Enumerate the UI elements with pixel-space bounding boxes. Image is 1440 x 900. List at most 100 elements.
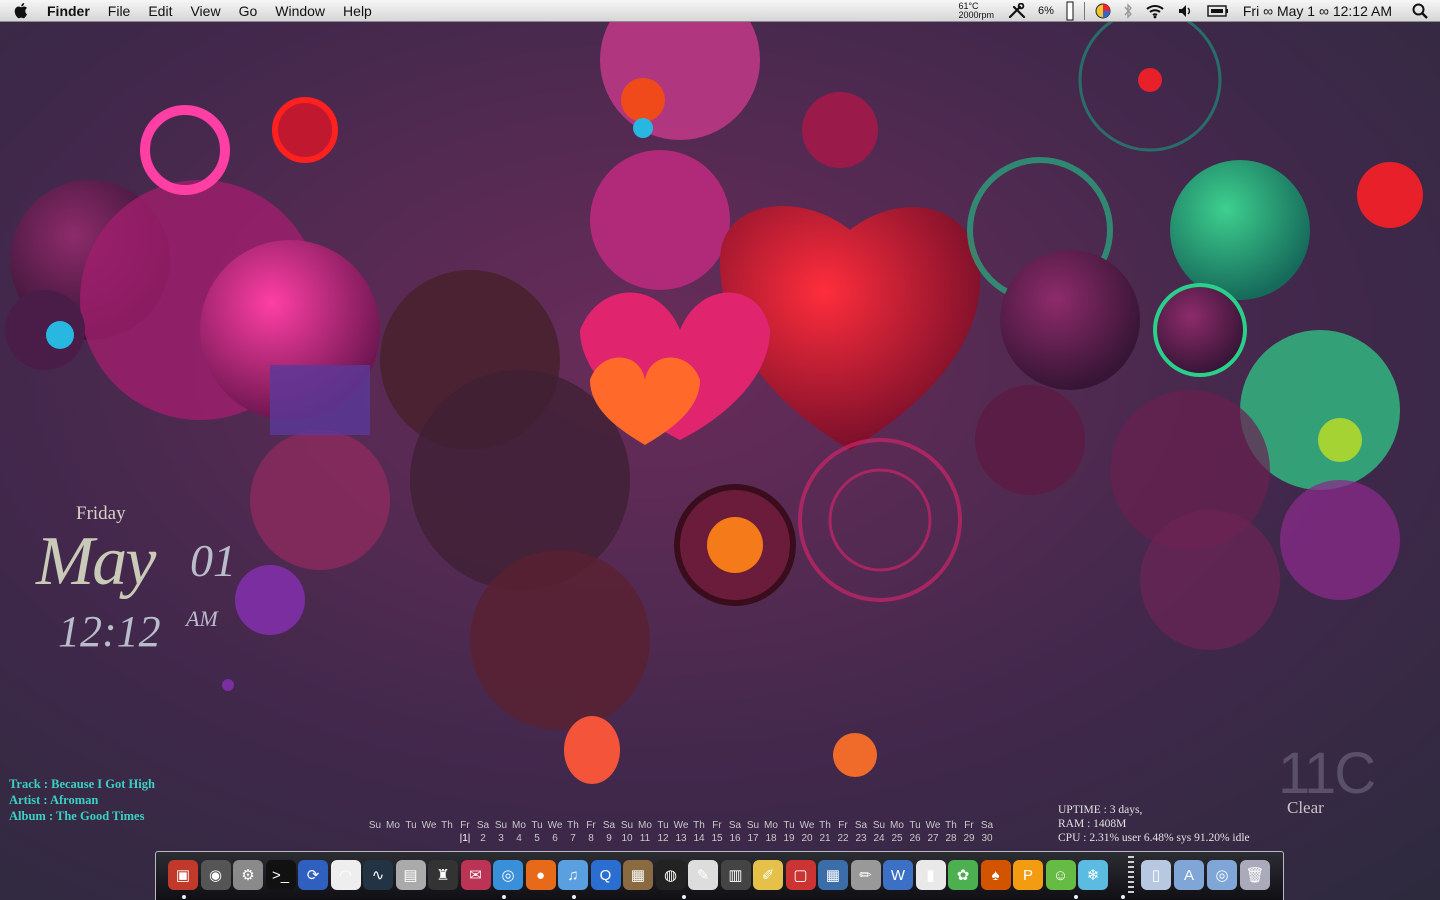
running-indicator	[182, 895, 186, 899]
film-icon[interactable]: ▥	[720, 860, 751, 890]
tools-icon	[1008, 3, 1026, 19]
remote-desktop-icon[interactable]: ▢	[785, 860, 816, 890]
calendar-day: 22	[837, 833, 849, 844]
battery-gauge[interactable]	[1060, 0, 1080, 22]
trash-icon[interactable]: 🗑	[1240, 860, 1270, 890]
itunes-icon[interactable]: ♫	[558, 860, 588, 890]
calendar-day: 28	[945, 833, 957, 844]
tools-menu-extra[interactable]	[1002, 0, 1032, 22]
volume-icon	[1178, 5, 1191, 17]
day-number: 01	[190, 535, 236, 586]
menu-go[interactable]: Go	[230, 0, 267, 22]
snowflake-icon[interactable]: ❄	[1078, 860, 1108, 890]
pages-icon[interactable]: P	[1013, 860, 1043, 890]
calendar-weekday: Su	[872, 820, 886, 831]
wifi-menu-extra[interactable]	[1139, 0, 1171, 22]
track-line: Track : Because I Got High	[9, 777, 155, 791]
color-picker-icon	[1095, 3, 1111, 19]
activity-monitor-icon[interactable]: ∿	[363, 860, 393, 890]
photo-booth-icon[interactable]: ▣	[168, 860, 198, 890]
calendar-weekday: Mo	[512, 820, 526, 831]
word-icon[interactable]: W	[883, 860, 913, 890]
menu-edit[interactable]: Edit	[139, 0, 181, 22]
preview-icon-glyph: ✎	[696, 867, 710, 884]
calendar-weekday: We	[547, 820, 563, 831]
pencil-app-icon-glyph: ✏	[859, 867, 872, 884]
textedit-icon[interactable]: ✐	[753, 860, 783, 890]
calendar-weekday: Th	[819, 820, 831, 831]
calendar-day: 30	[981, 833, 993, 844]
quicktime-icon[interactable]: Q	[590, 860, 621, 890]
calendar-day: 21	[819, 833, 831, 844]
document-icon[interactable]: ▯	[1141, 860, 1171, 890]
calendar-day: 19	[783, 833, 795, 844]
firefox-icon[interactable]: ●	[525, 860, 556, 890]
camera-icon-glyph: ◍	[663, 867, 678, 884]
sync-icon[interactable]: ⟳	[298, 860, 328, 890]
month-name: May	[36, 523, 156, 600]
calendar-weekday: Th	[693, 820, 705, 831]
spotlight-button[interactable]	[1406, 0, 1440, 22]
desktop-wallpaper	[0, 0, 1440, 900]
hard-drive-icon[interactable]: ▤	[395, 860, 426, 890]
applications-folder-icon-glyph: A	[1183, 866, 1194, 884]
calendar-weekday: Mo	[890, 820, 904, 831]
calendar-day: 7	[570, 833, 576, 844]
calendar-weekday: Mo	[638, 820, 652, 831]
calendar-weekday: Tu	[657, 820, 669, 831]
apple-menu[interactable]	[0, 0, 38, 22]
dashboard-icon-glyph: ◉	[208, 867, 223, 884]
menu-help[interactable]: Help	[334, 0, 381, 22]
calendar-day	[384, 833, 402, 844]
calendar-day: 5	[534, 833, 540, 844]
automator-icon[interactable]: ♜	[428, 860, 458, 890]
stamp-icon[interactable]: ✉	[460, 860, 491, 890]
menu-app-finder[interactable]: Finder	[38, 0, 99, 22]
calendar-weekday: Sa	[476, 820, 490, 831]
iphoto-icon[interactable]: ▦	[623, 860, 653, 890]
cartoon-icon-glyph: ☺	[1052, 866, 1069, 884]
documents-folder-icon[interactable]: ◎	[1207, 860, 1237, 890]
menu-separator	[1083, 2, 1085, 20]
calendar-weekday: Fr	[586, 820, 596, 831]
camera-icon[interactable]: ◍	[655, 860, 686, 890]
cpu-usage[interactable]: 6%	[1032, 0, 1060, 22]
display-menu-extra[interactable]	[1201, 0, 1235, 22]
preview-icon[interactable]: ✎	[688, 860, 718, 890]
dashboard-icon[interactable]: ◉	[200, 860, 231, 890]
frog-icon[interactable]: ✿	[948, 860, 978, 890]
menu-window[interactable]: Window	[266, 0, 334, 22]
running-indicator	[502, 895, 506, 899]
calendar-weekday: We	[925, 820, 941, 831]
menu-clock[interactable]: Fri ∞ May 1 ∞ 12:12 AM	[1235, 3, 1406, 19]
calendar-day	[402, 833, 420, 844]
calendar-weekday: Su	[620, 820, 634, 831]
terminal-icon[interactable]: >_	[265, 860, 296, 890]
dock-separator[interactable]	[1128, 856, 1134, 896]
calendar-day: 18	[765, 833, 777, 844]
temperature-monitor[interactable]: 61°C 2000rpm	[950, 2, 1002, 20]
color-picker-menu-extra[interactable]	[1089, 0, 1117, 22]
mushroom-icon[interactable]: ♠	[980, 860, 1011, 890]
volume-menu-extra[interactable]	[1171, 0, 1201, 22]
grid-app-icon[interactable]: ▦	[818, 860, 848, 890]
cartoon-icon[interactable]: ☺	[1045, 860, 1076, 890]
airport-icon-glyph: ◠	[338, 867, 353, 884]
cpu-line: CPU : 2.31% user 6.48% sys 91.20% idle	[1058, 832, 1250, 844]
safari-icon[interactable]: ◎	[493, 860, 523, 890]
now-playing-widget: Track : Because I Got High Artist : Afro…	[9, 776, 155, 824]
pencil-app-icon[interactable]: ✏	[850, 860, 881, 890]
trash-icon-glyph: 🗑	[1245, 867, 1265, 884]
automator-icon-glyph: ♜	[436, 867, 450, 884]
menu-file[interactable]: File	[99, 0, 140, 22]
calendar-day: 9	[606, 833, 612, 844]
chart-app-icon[interactable]: ▮	[915, 860, 946, 890]
calendar-weekday: Tu	[531, 820, 543, 831]
calendar-day: 24	[873, 833, 885, 844]
menu-view[interactable]: View	[181, 0, 229, 22]
system-preferences-icon[interactable]: ⚙	[233, 860, 263, 890]
bluetooth-menu-extra[interactable]	[1117, 0, 1139, 22]
applications-folder-icon[interactable]: A	[1174, 860, 1204, 890]
snowflake-icon-glyph: ❄	[1086, 867, 1100, 884]
airport-icon[interactable]: ◠	[330, 860, 361, 890]
